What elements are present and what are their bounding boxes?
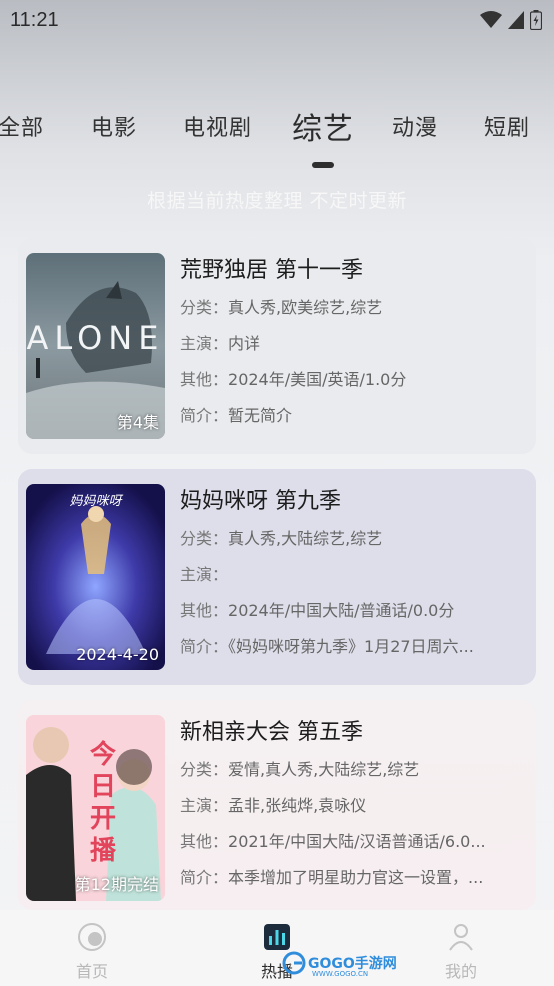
show-title[interactable]: 妈妈咪呀 第九季 — [180, 487, 526, 521]
show-poster[interactable]: 妈妈咪呀 2024-4-20 — [26, 484, 165, 670]
episode-badge: 第4集 — [116, 413, 159, 432]
active-tab-indicator — [312, 162, 334, 168]
intro-label: 简介： — [180, 406, 229, 425]
intro-value: 《妈妈咪呀第九季》1月27日周六... — [228, 637, 474, 656]
tab-all[interactable]: 全部 — [0, 110, 44, 142]
poster-title-text: 妈妈咪呀 — [69, 494, 122, 509]
show-other: 其他：2021年/中国大陆/汉语普通话/6.0... — [180, 824, 526, 860]
nav-profile[interactable]: 我的 — [421, 922, 501, 982]
episode-badge: 第12期完结 — [74, 875, 159, 894]
cast-label: 主演： — [180, 796, 229, 815]
show-other: 其他：2024年/中国大陆/普通话/0.0分 — [180, 593, 526, 629]
watermark-url: WWW.GOGO.CN — [312, 970, 369, 978]
show-intro: 简介：《妈妈咪呀第九季》1月27日周六... — [180, 629, 526, 665]
tab-tv-series[interactable]: 电视剧 — [183, 110, 252, 142]
category-label: 分类： — [180, 298, 229, 317]
home-icon — [78, 923, 106, 951]
tab-anime[interactable]: 动漫 — [392, 110, 438, 142]
signal-icon — [508, 11, 524, 29]
other-value: 2024年/中国大陆/普通话/0.0分 — [228, 601, 455, 620]
show-category: 分类：真人秀,大陆综艺,综艺 — [180, 521, 526, 557]
cast-value: 内详 — [228, 334, 261, 353]
category-value: 真人秀,欧美综艺,综艺 — [228, 298, 383, 317]
other-label: 其他： — [180, 601, 229, 620]
category-value: 真人秀,大陆综艺,综艺 — [228, 529, 383, 548]
status-time: 11:21 — [10, 8, 59, 31]
site-watermark: GOGO手游网 WWW.GOGO.CN — [282, 950, 397, 978]
category-label: 分类： — [180, 760, 229, 779]
show-other: 其他：2024年/美国/英语/1.0分 — [180, 362, 526, 398]
show-cast: 主演： — [180, 557, 526, 593]
other-value: 2024年/美国/英语/1.0分 — [228, 370, 407, 389]
other-value: 2021年/中国大陆/汉语普通话/6.0... — [228, 832, 486, 851]
show-info: 荒野独居 第十一季 分类：真人秀,欧美综艺,综艺 主演：内详 其他：2024年/… — [180, 256, 526, 434]
wifi-icon — [480, 11, 502, 28]
show-cast: 主演：孟非,张纯烨,袁咏仪 — [180, 788, 526, 824]
show-intro: 简介：暂无简介 — [180, 398, 526, 434]
show-title[interactable]: 新相亲大会 第五季 — [180, 718, 526, 752]
watermark-logo-icon — [282, 951, 306, 975]
show-intro: 简介：本季增加了明星助力官这一设置，... — [180, 860, 526, 896]
intro-value: 暂无简介 — [228, 406, 293, 425]
category-tabs: 全部 电影 电视剧 综艺 动漫 短剧 — [0, 110, 554, 170]
battery-icon — [530, 10, 542, 30]
other-label: 其他： — [180, 370, 229, 389]
intro-label: 简介： — [180, 637, 229, 656]
tab-movies[interactable]: 电影 — [91, 110, 137, 142]
tab-short-drama[interactable]: 短剧 — [484, 110, 530, 142]
nav-home[interactable]: 首页 — [52, 922, 132, 982]
ranking-subtitle: 根据当前热度整理 不定时更新 — [146, 190, 408, 212]
date-badge: 2024-4-20 — [76, 645, 159, 664]
show-poster[interactable]: 今日开播 第12期完结 — [26, 715, 165, 901]
show-category: 分类：爱情,真人秀,大陆综艺,综艺 — [180, 752, 526, 788]
show-cast: 主演：内详 — [180, 326, 526, 362]
profile-icon — [449, 924, 473, 951]
intro-label: 简介： — [180, 868, 229, 887]
tab-variety[interactable]: 综艺 — [292, 104, 354, 148]
poster-title-text: 今日开播 — [89, 740, 116, 866]
poster-title-text: ALONE — [26, 319, 165, 357]
show-info: 新相亲大会 第五季 分类：爱情,真人秀,大陆综艺,综艺 主演：孟非,张纯烨,袁咏… — [180, 718, 526, 896]
show-info: 妈妈咪呀 第九季 分类：真人秀,大陆综艺,综艺 主演： 其他：2024年/中国大… — [180, 487, 526, 665]
show-card[interactable]: 妈妈咪呀 2024-4-20 妈妈咪呀 第九季 分类：真人秀,大陆综艺,综艺 主… — [18, 469, 536, 685]
show-category: 分类：真人秀,欧美综艺,综艺 — [180, 290, 526, 326]
bottom-navigation: 首页 热播 我的 — [0, 910, 554, 986]
show-poster[interactable]: ALONE 第4集 — [26, 253, 165, 439]
cast-label: 主演： — [180, 565, 229, 584]
show-card[interactable]: ALONE 第4集 荒野独居 第十一季 分类：真人秀,欧美综艺,综艺 主演：内详… — [18, 238, 536, 454]
category-label: 分类： — [180, 529, 229, 548]
show-card[interactable]: 今日开播 第12期完结 新相亲大会 第五季 分类：爱情,真人秀,大陆综艺,综艺 … — [18, 700, 536, 910]
hot-chart-icon — [264, 924, 290, 950]
cast-value: 孟非,张纯烨,袁咏仪 — [228, 796, 367, 815]
nav-home-label: 首页 — [75, 962, 108, 981]
status-bar: 11:21 — [0, 0, 554, 40]
nav-profile-label: 我的 — [444, 962, 477, 981]
cast-label: 主演： — [180, 334, 229, 353]
category-value: 爱情,真人秀,大陆综艺,综艺 — [228, 760, 420, 779]
intro-value: 本季增加了明星助力官这一设置，... — [228, 868, 484, 887]
poster-image — [26, 484, 165, 670]
other-label: 其他： — [180, 832, 229, 851]
show-title[interactable]: 荒野独居 第十一季 — [180, 256, 526, 290]
status-icons — [480, 10, 542, 30]
